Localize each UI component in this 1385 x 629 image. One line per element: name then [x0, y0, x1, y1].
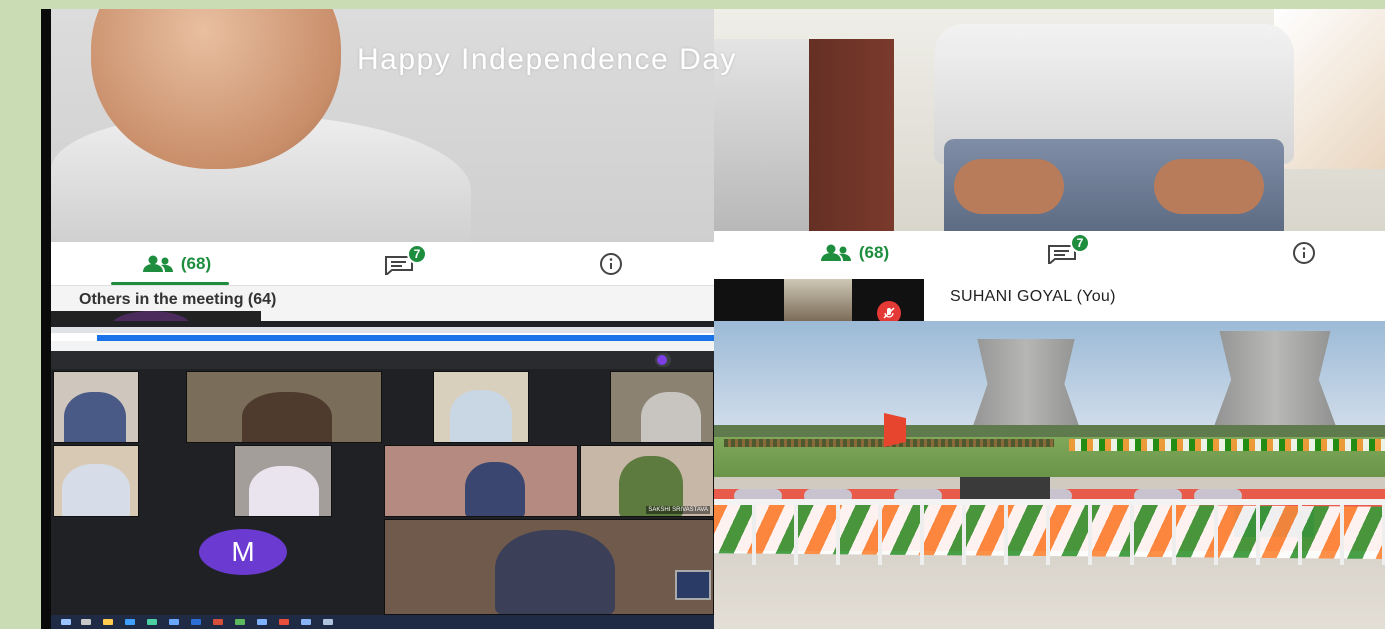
banner-text: Happy Independence Day: [357, 43, 737, 76]
info-icon: [599, 252, 623, 276]
tab-chat[interactable]: 7: [1004, 231, 1124, 275]
video-tile[interactable]: [234, 445, 332, 517]
student: [495, 530, 615, 614]
video-tile[interactable]: [610, 371, 714, 443]
mic-muted-icon: [877, 301, 901, 321]
word-icon[interactable]: [191, 619, 201, 625]
info-icon: [1292, 241, 1316, 265]
video-tile[interactable]: [53, 371, 139, 443]
tab-info[interactable]: [1244, 231, 1364, 275]
student-hand: [1154, 159, 1264, 214]
app-icon[interactable]: [323, 619, 333, 625]
avatar: [657, 355, 667, 365]
chrome-icon[interactable]: [235, 619, 245, 625]
participant-count: (68): [858, 243, 890, 262]
podium-table: [960, 477, 1050, 499]
tab-strip: [51, 327, 714, 333]
search-icon[interactable]: [81, 619, 91, 625]
tab-chat[interactable]: 7: [341, 242, 461, 286]
browser-tab-bar: [51, 327, 714, 341]
camera-feed: [784, 279, 852, 321]
student: [64, 392, 126, 442]
tab-participants[interactable]: (68): [769, 231, 939, 275]
meet-screenshot-top-right: (68) 7 SUHANI GOYAL (You): [714, 9, 1385, 321]
meet-desktop-gallery: SAKSHI SRIVASTAVA M: [51, 321, 714, 629]
people-icon: [819, 244, 853, 262]
student: [465, 462, 525, 516]
others-in-meeting-heading: Others in the meeting (64): [79, 291, 277, 308]
media-icon[interactable]: [279, 619, 289, 625]
self-name: SUHANI GOYAL (You): [950, 288, 1116, 305]
edge-icon[interactable]: [125, 619, 135, 625]
people-icon: [141, 255, 175, 273]
meeting-tabs: (68) 7: [714, 231, 1385, 275]
photos-icon[interactable]: [257, 619, 267, 625]
treeline: [714, 425, 1385, 437]
video-tile[interactable]: [384, 445, 578, 517]
avatar: [111, 311, 191, 321]
settings-icon[interactable]: [301, 619, 311, 625]
collage-frame: Happy Independence Day (68) 7 Others in …: [41, 9, 1385, 629]
student: [249, 466, 319, 516]
student: [62, 464, 130, 516]
laptop: [675, 570, 711, 600]
folder-icon[interactable]: [103, 619, 113, 625]
self-participant-row[interactable]: SUHANI GOYAL (You): [714, 271, 1385, 321]
participant-video: [714, 9, 1385, 231]
parade-ground-photo: [714, 321, 1385, 629]
meeting-tabs: (68) 7: [51, 242, 714, 286]
video-tile[interactable]: SAKSHI SRIVASTAVA: [580, 445, 714, 517]
chat-badge: 7: [407, 244, 427, 264]
mail-icon[interactable]: [169, 619, 179, 625]
chat-badge: 7: [1070, 233, 1090, 253]
student: [450, 390, 512, 442]
active-tab-indicator: [111, 282, 229, 285]
store-icon[interactable]: [147, 619, 157, 625]
tab-participants[interactable]: (68): [91, 242, 261, 286]
student-hand: [954, 159, 1064, 214]
powerpoint-icon[interactable]: [213, 619, 223, 625]
meeting-top-band: [51, 351, 714, 369]
railing: [714, 499, 1385, 505]
participant-avatar-m[interactable]: M: [199, 529, 287, 575]
tricolour-stand: [1069, 439, 1385, 451]
video-tile[interactable]: [186, 371, 382, 443]
participant-count: (68): [180, 254, 212, 273]
tile-name: SAKSHI SRIVASTAVA: [646, 506, 710, 514]
teacher: [242, 392, 332, 442]
railing-posts: [714, 499, 1385, 565]
video-tile[interactable]: [53, 445, 139, 517]
windows-taskbar: [51, 615, 714, 629]
participant-chip[interactable]: [655, 353, 671, 367]
address-bar[interactable]: [51, 341, 714, 351]
red-flag: [884, 413, 906, 447]
participant-row-preview: [51, 311, 261, 321]
start-icon[interactable]: [61, 619, 71, 625]
video-tile[interactable]: [433, 371, 529, 443]
student: [641, 392, 701, 442]
video-tile[interactable]: [384, 519, 714, 615]
tab-info[interactable]: [551, 242, 671, 286]
